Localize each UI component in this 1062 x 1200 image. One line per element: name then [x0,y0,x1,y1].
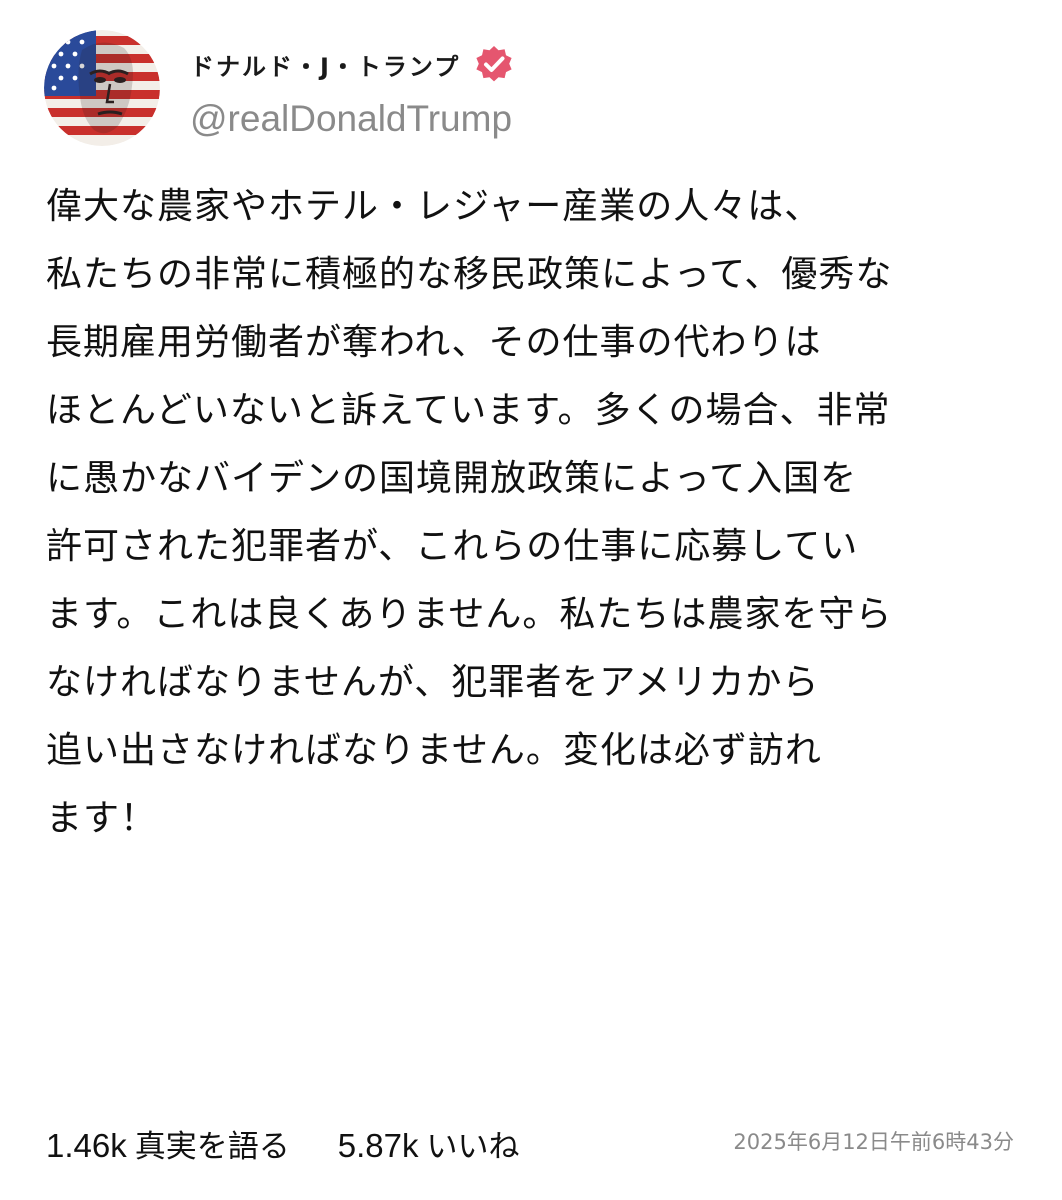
flag-portrait-icon [44,30,160,146]
retruths-label: 真実を語る [134,1128,290,1165]
author-avatar[interactable] [44,30,160,146]
post-timestamp: 2025年6月12日午前6時43分 [733,1130,1014,1154]
likes-count: 5.87k [337,1126,419,1164]
post-text-line: ます。これは良くありません。私たちは農家を守ら [46,594,893,635]
post-text-line: ます！ [46,798,158,839]
post-text-line: 偉大な農家やホテル・レジャー産業の人々は、 [46,186,822,227]
author-display-name[interactable]: ドナルド・J・トランプ [190,47,460,82]
post-text: 偉大な農家やホテル・レジャー産業の人々は、 私たちの非常に積極的な移民政策によっ… [46,184,1026,864]
verified-badge-icon [474,44,514,84]
post-text-line: 私たちの非常に積極的な移民政策によって、優秀な [46,254,893,295]
post-text-line: 追い出さなければなりません。変化は必ず訪れ [46,730,822,771]
author-name-row: ドナルド・J・トランプ [190,42,514,86]
retruths-count: 1.46k [46,1126,127,1164]
post-text-line: ほとんどいないと訴えています。多くの場合、非常 [46,390,891,431]
post-text-line: に愚かなバイデンの国境開放政策によって入国を [46,458,858,499]
post-text-line: 許可された犯罪者が、これらの仕事に応募してい [46,526,859,567]
post-text-line: なければなりませんが、犯罪者をアメリカから [46,662,820,703]
post-text-line: 長期雇用労働者が奪われ、その仕事の代わりは [46,322,822,363]
truth-post: ドナルド・J・トランプ @realDonaldTrump 偉大な農家やホテル・レ… [0,0,1062,1200]
author-handle[interactable]: @realDonaldTrump [190,98,512,140]
likes-stat[interactable]: 5.87k いいね [338,1121,520,1166]
retruths-stat[interactable]: 1.46k 真実を語る [46,1121,290,1166]
likes-label: いいね [426,1128,520,1165]
